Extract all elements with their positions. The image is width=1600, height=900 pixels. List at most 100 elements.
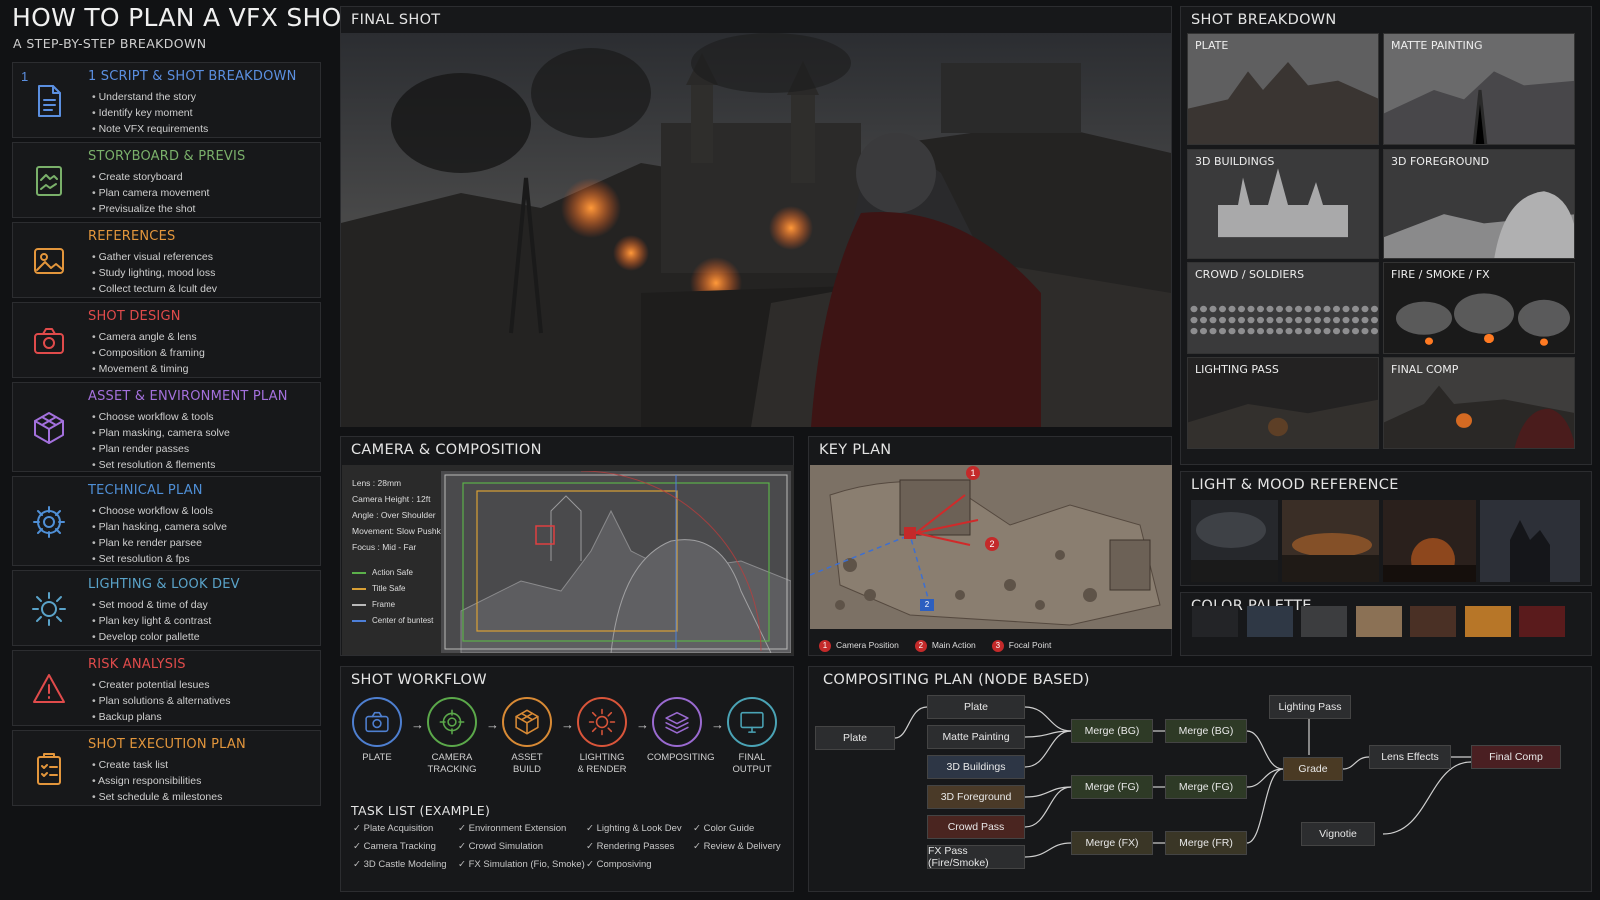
comp-node-mfx1: Merge (FX) xyxy=(1071,831,1153,855)
shot-breakdown-title: SHOT BREAKDOWN xyxy=(1191,12,1337,28)
comp-node-plate-in: Plate xyxy=(815,726,895,750)
legend-label: Main Action xyxy=(931,640,976,650)
workflow-stage-label-line: ASSET xyxy=(511,752,543,763)
legend-swatch xyxy=(352,571,366,574)
key-plan-marker: 2 xyxy=(921,599,933,611)
key-plan-marker: 2 xyxy=(985,537,999,551)
comp-node-lens: Lens Effects xyxy=(1369,745,1451,769)
step-item: Understand the story xyxy=(92,89,208,105)
step-card: RISK ANALYSIS Creater potential lesuesPla… xyxy=(12,650,321,726)
step-item: Plan key light & contrast xyxy=(92,613,212,629)
task-item: Plate Acquisition xyxy=(353,823,434,834)
step-item: Plan solutions & alternatives xyxy=(92,693,231,709)
step-title: SHOT EXECUTION PLAN xyxy=(88,737,246,752)
breakdown-tile-label: PLATE xyxy=(1195,39,1229,52)
comp-node-grade: Grade xyxy=(1283,757,1343,781)
storyboard-sketch xyxy=(441,471,791,653)
task-item: Review & Delivery xyxy=(693,841,781,852)
breakdown-tile-label: FINAL COMP xyxy=(1391,363,1459,376)
color-swatch xyxy=(1355,606,1402,637)
step-item: Set mood & time of day xyxy=(92,597,211,613)
step-card: SHOT DESIGN Camera angle & lensCompositio… xyxy=(12,302,321,378)
camera-spec: Movement: Slow Pushk xyxy=(352,526,441,536)
breakdown-tile: 3D BUILDINGS xyxy=(1187,149,1379,259)
legend-marker: 2 xyxy=(914,640,927,652)
comp-node-mbg1: Merge (BG) xyxy=(1071,719,1153,743)
step-title: LIGHTING & LOOK DEV xyxy=(88,577,240,592)
step-card: LIGHTING & LOOK DEV Set mood & time of da… xyxy=(12,570,321,646)
gear-icon xyxy=(33,506,65,538)
camera-icon xyxy=(365,711,389,733)
legend-label: Center of buntest xyxy=(372,616,434,625)
cube-icon xyxy=(515,709,539,735)
step-title: TECHNICAL PLAN xyxy=(88,483,203,498)
step-item: Camera angle & lens xyxy=(92,329,205,345)
breakdown-tile: MATTE PAINTING xyxy=(1383,33,1575,145)
camera-spec: Angle : Over Shoulder xyxy=(352,510,436,520)
target-icon xyxy=(439,709,465,735)
light-mood-title: LIGHT & MOOD REFERENCE xyxy=(1191,477,1399,493)
legend-swatch xyxy=(352,587,366,590)
key-plan-panel: KEY PLAN 1 2 2 1 Camera Position 2 Main Act… xyxy=(808,436,1172,656)
workflow-stage-circle xyxy=(727,697,777,747)
final-shot-title: FINAL SHOT xyxy=(351,12,441,28)
color-swatch xyxy=(1301,606,1347,637)
workflow-stage: CAMERA TRACKING xyxy=(422,697,482,776)
mood-image-3 xyxy=(1383,500,1476,582)
final-shot-panel: FINAL SHOT xyxy=(340,6,1172,427)
camera-composition-title: CAMERA & COMPOSITION xyxy=(351,442,542,458)
breakdown-tile: FINAL COMP xyxy=(1383,357,1575,449)
step-item: Study lighting, mood loss xyxy=(92,265,217,281)
legend-label: Title Safe xyxy=(372,584,406,593)
camera-legend-item: Title Safe xyxy=(352,581,433,597)
step-title: REFERENCES xyxy=(88,229,176,244)
breakdown-tile: PLATE xyxy=(1187,33,1379,145)
breakdown-tile-label: CROWD / SOLDIERS xyxy=(1195,268,1305,281)
workflow-stage-label-line: CAMERA xyxy=(431,752,473,763)
comp-node-mfg1: Merge (FG) xyxy=(1071,775,1153,799)
step-card: STORYBOARD & PREVIS Create storyboardPlan… xyxy=(12,142,321,218)
workflow-stage-label-line: BUILD xyxy=(513,764,541,775)
step-item: Identify key moment xyxy=(92,105,208,121)
workflow-stage-circle xyxy=(652,697,702,747)
layers-icon xyxy=(665,711,689,734)
sun-icon xyxy=(588,708,616,736)
sun-icon xyxy=(32,592,66,626)
camera-composition-panel: CAMERA & COMPOSITION Lens : 28mm Camera H… xyxy=(340,436,794,656)
step-title: RISK ANALYSIS xyxy=(88,657,186,672)
page-title: HOW TO PLAN A VFX SHOT xyxy=(12,3,358,32)
breakdown-tile-label: FIRE / SMOKE / FX xyxy=(1391,268,1490,281)
step-card: TECHNICAL PLANChoose workflow & loolsPla… xyxy=(12,476,321,566)
task-list-title: TASK LIST (EXAMPLE) xyxy=(351,803,491,818)
workflow-stage: COMPOSITING xyxy=(647,697,715,764)
step-title: 1 SCRIPT & SHOT BREAKDOWN xyxy=(88,69,297,84)
legend-marker: 3 xyxy=(991,640,1004,652)
task-item: Lighting & Look Dev xyxy=(586,823,682,834)
step-item: Set resolution & fps xyxy=(92,551,227,567)
step-item: Backup plans xyxy=(92,709,231,725)
workflow-stage-label: FINAL OUTPUT xyxy=(722,752,782,776)
color-swatch xyxy=(1464,606,1511,637)
cube-icon xyxy=(34,412,64,444)
comp-node-mbg2: Merge (BG) xyxy=(1165,719,1247,743)
workflow-stage-label-line: PLATE xyxy=(362,752,392,763)
color-swatch xyxy=(1410,606,1456,637)
workflow-stage: PLATE xyxy=(347,697,407,764)
shot-workflow-title: SHOT WORKFLOW xyxy=(351,672,487,688)
step-card: ASSET & ENVIRONMENT PLAN Choose workflow … xyxy=(12,382,321,472)
key-plan-legend-item: 2 Main Action xyxy=(914,640,976,652)
shot-workflow-panel: SHOT WORKFLOW PLATE → CAMERA TRACKING → ASSET… xyxy=(340,666,794,892)
breakdown-tile: CROWD / SOLDIERS xyxy=(1187,262,1379,354)
step-item: Set resolution & flements xyxy=(92,457,230,473)
breakdown-tile-label: LIGHTING PASS xyxy=(1195,363,1279,376)
step-title: ASSET & ENVIRONMENT PLAN xyxy=(88,389,288,404)
comp-node-bld: 3D Buildings xyxy=(927,755,1025,779)
final-shot-image xyxy=(341,33,1171,427)
step-item: Create task list xyxy=(92,757,222,773)
workflow-stage-circle xyxy=(352,697,402,747)
step-title: SHOT DESIGN xyxy=(88,309,181,324)
task-item: Rendering Passes xyxy=(586,841,675,852)
comp-node-mfg2: Merge (FG) xyxy=(1165,775,1247,799)
color-swatch xyxy=(1519,606,1565,637)
comp-node-fx: FX Pass (Fire/Smoke) xyxy=(927,845,1025,869)
